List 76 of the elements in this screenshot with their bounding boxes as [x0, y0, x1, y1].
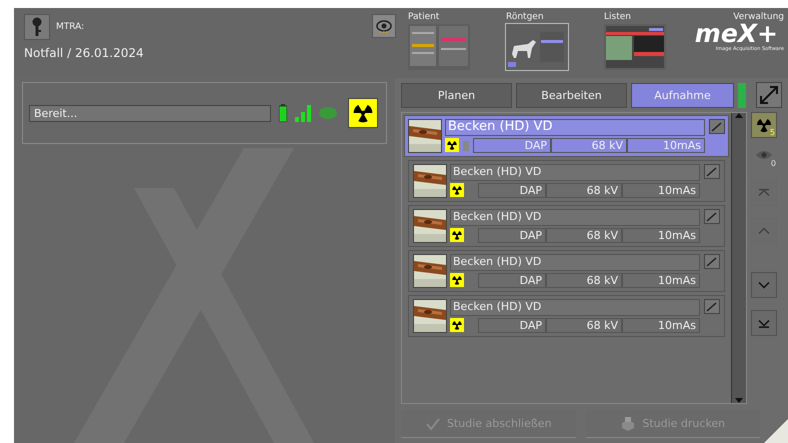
exposure-item[interactable]: Becken (HD) VD DAP 68 kV 10mAs	[408, 205, 725, 247]
exposure-name: Becken (HD) VD	[450, 299, 700, 316]
charge-cell: 10mAs	[622, 318, 700, 333]
screen-thumbnail	[408, 24, 470, 70]
logo-wordmark: meX+	[694, 22, 778, 46]
dose-cell: DAP	[478, 273, 546, 288]
radiation-icon	[451, 319, 463, 331]
pencil-icon	[706, 166, 718, 176]
key-button[interactable]	[24, 14, 50, 40]
charge-cell: 10mAs	[622, 183, 700, 198]
help-button[interactable]	[372, 14, 396, 38]
key-icon	[31, 17, 43, 37]
module-tab[interactable]: Patient	[408, 12, 472, 78]
scroll-up-icon[interactable]	[735, 113, 743, 118]
dose-cell: DAP	[478, 228, 546, 243]
radiation-icon	[446, 139, 458, 151]
radiation-button[interactable]	[348, 98, 378, 128]
exposure-item[interactable]: Becken (HD) VD DAP 68 kV 10mAs	[408, 250, 725, 292]
scroll-down-icon[interactable]	[735, 398, 743, 403]
fullscreen-button[interactable]	[756, 82, 782, 108]
printer-icon	[620, 416, 636, 432]
mode-tab[interactable]: Bearbeiten	[516, 82, 627, 108]
role-label: MTRA:	[56, 22, 84, 32]
edit-button[interactable]	[704, 164, 720, 179]
edit-button[interactable]	[704, 254, 720, 269]
voltage-cell: 68 kV	[546, 183, 622, 198]
pencil-icon	[706, 302, 718, 312]
radiation-icon	[755, 116, 773, 134]
dose-cell: DAP	[473, 138, 551, 153]
viewed-count: 0	[770, 159, 776, 168]
edit-button[interactable]	[709, 119, 725, 134]
bottom-button[interactable]	[751, 310, 777, 336]
checkmark-icon	[424, 416, 441, 432]
edit-button[interactable]	[704, 299, 720, 314]
voltage-cell: 68 kV	[546, 318, 622, 333]
edit-button[interactable]	[704, 209, 720, 224]
exposure-count: 5	[770, 128, 775, 137]
voltage-cell: 68 kV	[551, 138, 627, 153]
screen-thumbnail	[604, 24, 666, 70]
exposure-item[interactable]: Becken (HD) VD DAP 68 kV 10mAs	[404, 115, 729, 157]
voltage-cell: 68 kV	[546, 273, 622, 288]
radiation-icon	[451, 274, 463, 286]
ready-indicator	[738, 82, 746, 108]
down-button[interactable]	[751, 272, 777, 298]
exposure-item[interactable]: Becken (HD) VD DAP 68 kV 10mAs	[408, 160, 725, 202]
exposure-name: Becken (HD) VD	[450, 209, 700, 226]
eye-icon	[755, 149, 773, 161]
charge-cell: 10mAs	[627, 138, 705, 153]
charge-cell: 10mAs	[622, 273, 700, 288]
pencil-icon	[706, 212, 718, 222]
radiation-icon	[451, 229, 463, 241]
battery-icon	[279, 104, 287, 122]
pencil-icon	[706, 256, 718, 266]
exposure-item[interactable]: Becken (HD) VD DAP 68 kV 10mAs	[408, 295, 725, 337]
module-tab[interactable]: Röntgen	[506, 12, 570, 78]
status-field: Bereit...	[29, 104, 271, 122]
pencil-icon	[711, 122, 723, 132]
screen-thumbnail	[506, 24, 568, 70]
exposure-name: Becken (HD) VD	[450, 254, 700, 271]
dose-cell: DAP	[478, 318, 546, 333]
page-curl-drawing	[764, 419, 788, 443]
scrollbar[interactable]	[731, 113, 746, 403]
voltage-cell: 68 kV	[546, 228, 622, 243]
status-led-icon	[319, 107, 337, 119]
dose-cell: DAP	[478, 183, 546, 198]
admin-label[interactable]: Verwaltung	[733, 12, 784, 22]
expand-icon	[759, 85, 779, 105]
exposure-name: Becken (HD) VD	[450, 164, 700, 181]
module-tab[interactable]: Listen	[604, 12, 668, 78]
context-label: Notfall / 26.01.2024	[24, 46, 145, 60]
mode-tab[interactable]: Planen	[401, 82, 512, 108]
radiation-icon	[451, 184, 463, 196]
charge-cell: 10mAs	[622, 228, 700, 243]
mode-tab[interactable]: Aufnahme	[631, 82, 734, 108]
signal-icon	[295, 104, 311, 122]
exposure-name: Becken (HD) VD	[445, 119, 705, 136]
